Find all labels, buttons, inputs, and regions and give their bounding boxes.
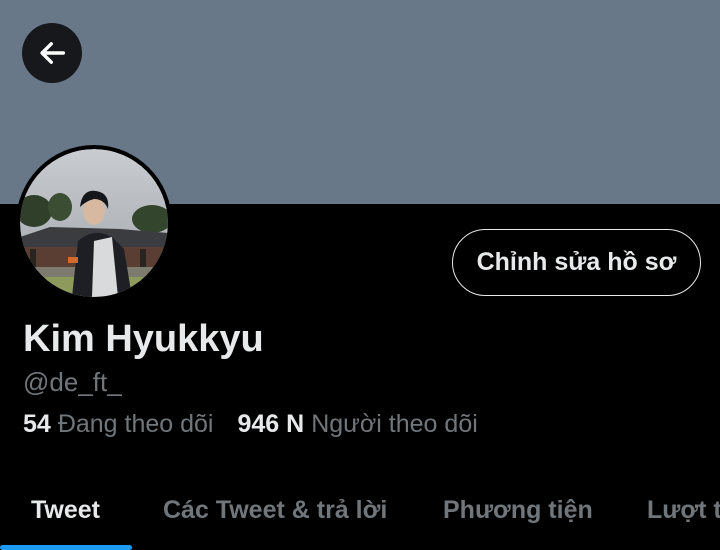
tab-likes[interactable]: Lượt thích (647, 470, 720, 550)
following-stat[interactable]: 54 Đang theo dõi (23, 410, 214, 439)
followers-stat[interactable]: 946 N Người theo dõi (238, 410, 478, 439)
tab-media[interactable]: Phương tiện (443, 470, 593, 550)
tab-tweets[interactable]: Tweet (31, 470, 100, 550)
avatar[interactable] (16, 145, 172, 301)
followers-label: Người theo dõi (311, 410, 478, 438)
tab-tweets-and-replies[interactable]: Các Tweet & trả lời (163, 470, 387, 550)
following-label: Đang theo dõi (57, 410, 214, 438)
avatar-photo (20, 149, 168, 297)
profile-page: Chỉnh sửa hồ sơ Kim Hyukkyu @de_ft_ 54 Đ… (0, 0, 720, 550)
back-button[interactable] (22, 23, 82, 83)
active-tab-indicator (0, 545, 132, 550)
user-handle: @de_ft_ (23, 367, 122, 397)
profile-tabs: Tweet Các Tweet & trả lời Phương tiện Lư… (0, 470, 720, 550)
display-name: Kim Hyukkyu (23, 318, 264, 360)
edit-profile-button[interactable]: Chỉnh sửa hồ sơ (452, 229, 701, 296)
following-count: 54 (23, 410, 51, 438)
follow-stats: 54 Đang theo dõi 946 N Người theo dõi (23, 410, 478, 442)
followers-count: 946 N (237, 410, 305, 438)
arrow-left-icon (40, 42, 66, 64)
